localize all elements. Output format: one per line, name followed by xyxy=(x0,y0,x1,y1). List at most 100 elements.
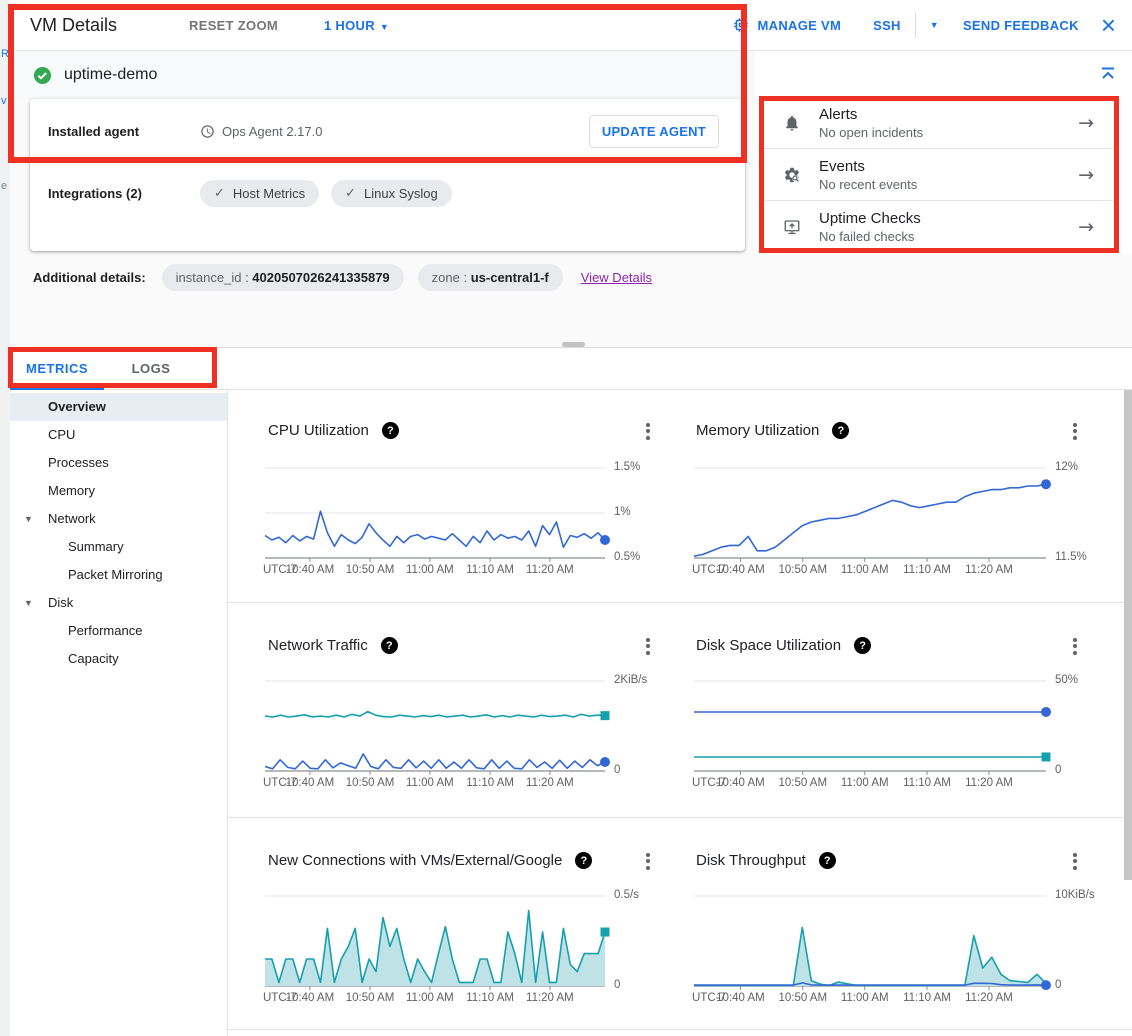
chart-plot[interactable] xyxy=(694,681,1046,776)
chart-plot[interactable] xyxy=(694,896,1046,991)
chevron-down-icon: ▼ xyxy=(380,22,389,32)
sidebar-item-processes[interactable]: Processes xyxy=(10,449,227,477)
chart-title: Disk Space Utilization xyxy=(696,637,841,654)
chart-plot[interactable] xyxy=(265,896,605,991)
chart-menu-icon[interactable] xyxy=(642,416,654,446)
collapse-panel-icon[interactable] xyxy=(1098,64,1118,89)
time-range-dropdown[interactable]: 1 HOUR▼ xyxy=(324,18,389,33)
arrow-right-icon[interactable]: → xyxy=(1078,112,1094,134)
sidebar-item-packet-mirroring[interactable]: Packet Mirroring xyxy=(10,561,227,589)
y-axis-label: 1% xyxy=(614,506,631,518)
view-details-link[interactable]: View Details xyxy=(581,270,652,285)
tab-metrics[interactable]: METRICS xyxy=(10,348,104,389)
reset-zoom-button[interactable]: RESET ZOOM xyxy=(189,18,278,33)
chart-menu-icon[interactable] xyxy=(1069,416,1081,446)
chart-menu-icon[interactable] xyxy=(642,631,654,661)
chart-card: CPU Utilization?1.5%1%0.5%UTC-710:40 AM1… xyxy=(228,390,680,602)
chart-plot[interactable] xyxy=(265,468,605,563)
y-axis-label: 2KiB/s xyxy=(614,674,647,686)
sidebar-item-disk-capacity[interactable]: Capacity xyxy=(10,645,227,673)
sidebar-item-disk[interactable]: ▼ Disk xyxy=(10,589,227,617)
chart-menu-icon[interactable] xyxy=(1069,846,1081,876)
additional-details: Additional details: instance_id : 402050… xyxy=(33,264,652,291)
x-axis-label: 11:20 AM xyxy=(965,992,1013,1004)
y-axis-label: 0 xyxy=(614,764,620,776)
x-axis-label: 11:10 AM xyxy=(466,992,514,1004)
chart-card: Disk Space Utilization?50%0UTC-710:40 AM… xyxy=(680,603,1132,817)
sidebar-item-memory[interactable]: Memory xyxy=(10,477,227,505)
manage-vm-button[interactable]: MANAGE VM xyxy=(732,16,842,34)
x-axis-label: 11:00 AM xyxy=(841,777,889,789)
arrow-right-icon[interactable]: → xyxy=(1078,164,1094,186)
uptime-checks-subtitle: No failed checks xyxy=(819,228,921,245)
background-text-fragment: e xyxy=(1,180,7,192)
x-axis-label: 10:40 AM xyxy=(286,564,335,576)
expand-arrow-icon[interactable]: ▼ xyxy=(24,505,33,533)
arrow-right-icon[interactable]: → xyxy=(1078,216,1094,238)
x-axis-label: 10:50 AM xyxy=(346,564,395,576)
metrics-panel: METRICS LOGS Overview CPU Processes Memo… xyxy=(10,348,1132,1036)
chart-menu-icon[interactable] xyxy=(642,846,654,876)
tab-logs[interactable]: LOGS xyxy=(104,348,198,389)
x-axis-label: 11:00 AM xyxy=(406,564,454,576)
ssh-button[interactable]: SSH xyxy=(873,18,901,33)
events-row[interactable]: Events No recent events → xyxy=(763,149,1116,201)
y-axis-label: 0.5% xyxy=(614,551,640,563)
chart-title: New Connections with VMs/External/Google xyxy=(268,852,562,869)
y-axis-label: 50% xyxy=(1055,674,1078,686)
integration-chip-linux-syslog[interactable]: ✓ Linux Syslog xyxy=(331,180,452,207)
sidebar-item-network[interactable]: ▼ Network xyxy=(10,505,227,533)
chart-card: Disk Throughput?10KiB/s0UTC-710:40 AM10:… xyxy=(680,818,1132,1029)
help-icon[interactable]: ? xyxy=(854,637,871,654)
vm-status-row: uptime-demo xyxy=(10,51,755,99)
clock-icon xyxy=(200,124,215,139)
x-axis-label: 10:40 AM xyxy=(716,992,765,1004)
divider xyxy=(915,12,916,38)
sidebar-item-cpu[interactable]: CPU xyxy=(10,421,227,449)
uptime-checks-row[interactable]: Uptime Checks No failed checks → xyxy=(763,201,1116,253)
help-icon[interactable]: ? xyxy=(382,422,399,439)
x-axis-label: 10:50 AM xyxy=(778,564,827,576)
help-icon[interactable]: ? xyxy=(832,422,849,439)
help-icon[interactable]: ? xyxy=(575,852,592,869)
y-axis-label: 11.5% xyxy=(1055,551,1087,563)
chart-plot[interactable] xyxy=(694,468,1046,563)
update-agent-button[interactable]: UPDATE AGENT xyxy=(589,115,719,148)
chart-menu-icon[interactable] xyxy=(1069,631,1081,661)
agent-version: Ops Agent 2.17.0 xyxy=(200,124,322,139)
chart-row: Network Traffic?2KiB/s0UTC-710:40 AM10:5… xyxy=(228,603,1132,818)
background-text-fragment: v xyxy=(1,95,7,107)
alerts-row[interactable]: Alerts No open incidents → xyxy=(763,97,1116,149)
send-feedback-button[interactable]: SEND FEEDBACK xyxy=(963,18,1079,33)
sidebar-item-overview[interactable]: Overview xyxy=(10,393,227,421)
sidebar-item-network-summary[interactable]: Summary xyxy=(10,533,227,561)
expand-arrow-icon[interactable]: ▼ xyxy=(24,589,33,617)
y-axis-label: 1.5% xyxy=(614,461,640,473)
gear-search-icon xyxy=(783,166,801,184)
vm-name: uptime-demo xyxy=(64,66,157,84)
x-axis-label: 10:40 AM xyxy=(716,564,765,576)
chart-plot[interactable] xyxy=(265,681,605,776)
background-page-sliver: R v e xyxy=(0,0,10,1036)
chart-card: Memory Utilization?12%11.5%UTC-710:40 AM… xyxy=(680,390,1132,602)
chart-card: Network Traffic?2KiB/s0UTC-710:40 AM10:5… xyxy=(228,603,680,817)
chart-title: CPU Utilization xyxy=(268,422,369,439)
sidebar-item-disk-performance[interactable]: Performance xyxy=(10,617,227,645)
chart-row: New Connections with VMs/External/Google… xyxy=(228,818,1132,1030)
uptime-monitor-icon xyxy=(783,218,801,236)
x-axis-label: 11:00 AM xyxy=(841,564,889,576)
y-axis-label: 10KiB/s xyxy=(1055,889,1095,901)
scrollbar-thumb[interactable] xyxy=(1124,390,1132,880)
x-axis-label: 11:00 AM xyxy=(406,992,454,1004)
ssh-dropdown-button[interactable]: ▼ xyxy=(930,20,939,30)
chevron-down-icon: ▼ xyxy=(930,20,939,30)
help-icon[interactable]: ? xyxy=(381,637,398,654)
help-icon[interactable]: ? xyxy=(819,852,836,869)
chart-title: Disk Throughput xyxy=(696,852,806,869)
additional-details-label: Additional details: xyxy=(33,270,146,285)
integration-chip-host-metrics[interactable]: ✓ Host Metrics xyxy=(200,180,319,207)
y-axis-label: 0.5/s xyxy=(614,889,639,901)
observability-list: Alerts No open incidents → Events No rec… xyxy=(763,97,1116,253)
x-axis-label: 11:20 AM xyxy=(526,777,574,789)
close-icon[interactable]: × xyxy=(1101,12,1116,38)
